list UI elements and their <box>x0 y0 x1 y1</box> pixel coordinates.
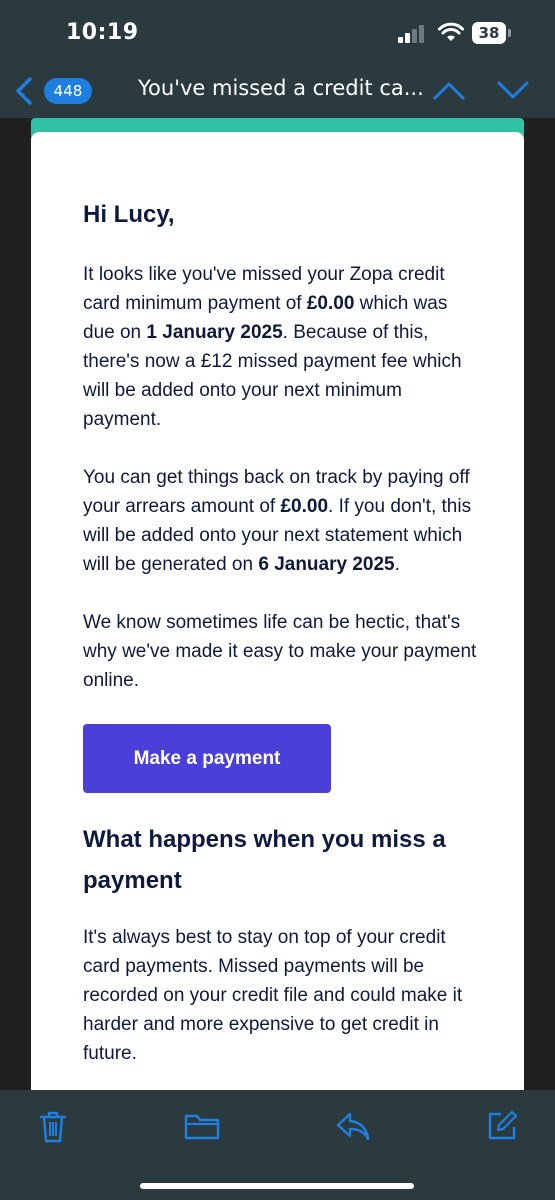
wifi-icon <box>438 22 464 41</box>
paragraph-pay-online: We know sometimes life can be hectic, th… <box>83 612 477 691</box>
cellular-signal-icon <box>398 25 424 43</box>
unread-count-badge[interactable]: 448 <box>44 78 92 104</box>
chevron-up-icon[interactable] <box>432 78 466 102</box>
chevron-left-icon[interactable] <box>14 76 34 106</box>
make-payment-button[interactable]: Make a payment <box>83 724 331 793</box>
statement-date: 6 January 2025 <box>258 554 395 575</box>
folder-icon[interactable] <box>184 1110 220 1142</box>
greeting: Hi Lucy, <box>83 201 175 228</box>
minimum-payment-amount: £0.00 <box>306 293 355 314</box>
reply-icon[interactable] <box>335 1110 371 1142</box>
paragraph-arrears: You can get things back on track by payi… <box>83 467 472 575</box>
status-bar: 10:19 38 <box>0 0 555 62</box>
due-date: 1 January 2025 <box>146 322 283 343</box>
home-indicator <box>140 1183 414 1189</box>
email-body-frame: Hi Lucy, It looks like you've missed you… <box>0 118 555 1112</box>
paragraph-missed-payment: It looks like you've missed your Zopa cr… <box>83 264 462 430</box>
chevron-down-icon[interactable] <box>496 78 530 102</box>
email-content: Hi Lucy, It looks like you've missed you… <box>83 200 483 1097</box>
mail-navigation-bar: 448 You've missed a credit ca... <box>0 62 555 118</box>
arrears-amount: £0.00 <box>280 496 329 517</box>
battery-indicator: 38 <box>472 22 506 44</box>
battery-tip <box>508 29 511 37</box>
section-heading: What happens when you miss a payment <box>83 826 446 894</box>
email-card: Hi Lucy, It looks like you've missed you… <box>31 132 524 1112</box>
compose-icon[interactable] <box>486 1110 518 1142</box>
paragraph-credit-file: It's always best to stay on top of your … <box>83 927 463 1064</box>
trash-icon[interactable] <box>38 1110 68 1144</box>
email-subject-title: You've missed a credit ca... <box>138 76 424 100</box>
status-time: 10:19 <box>66 20 139 45</box>
